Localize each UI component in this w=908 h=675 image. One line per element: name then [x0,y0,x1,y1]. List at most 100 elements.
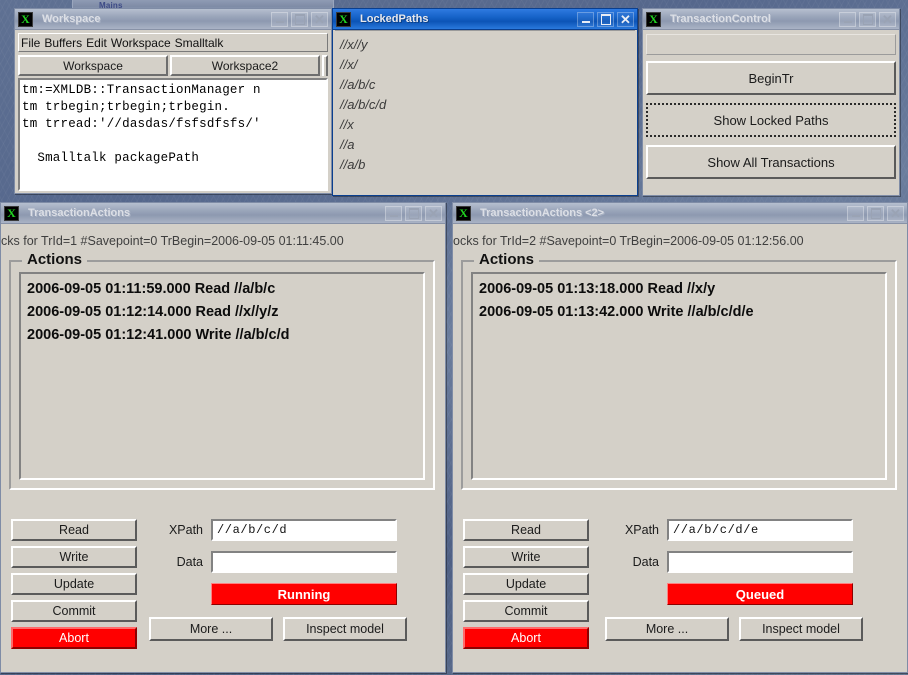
minimize-icon[interactable] [839,11,856,27]
menu-item-file[interactable]: File [19,36,42,50]
status-badge-1: Running [211,583,397,605]
actions-list-1[interactable]: 2006-09-05 01:11:59.000 Read //a/b/c 200… [19,272,425,480]
list-item[interactable]: //x//y [340,35,635,55]
tab-overflow[interactable] [322,55,328,76]
commit-button[interactable]: Commit [463,600,589,622]
abort-button[interactable]: Abort [463,627,589,649]
actions-list-2[interactable]: 2006-09-05 01:13:18.000 Read //x/y 2006-… [471,272,887,480]
menubar-workspace[interactable]: File Buffers Edit Workspace Smalltalk [18,33,328,52]
tab-workspace2[interactable]: Workspace2 [170,55,320,76]
write-button[interactable]: Write [11,546,137,568]
actions-groupbox-2: Actions 2006-09-05 01:13:18.000 Read //x… [461,251,897,490]
titlebar-buttons-workspace: ✕ [271,11,329,27]
titlebar-transactioncontrol[interactable]: X TransactionControl ✕ [643,9,899,30]
read-button[interactable]: Read [11,519,137,541]
maximize-icon[interactable] [597,11,614,27]
window-lockedpaths[interactable]: X LockedPaths ✕ //x//y //x/ //a/b/c //a/… [332,8,638,196]
x-app-icon: X [456,205,471,221]
window-title-workspace: Workspace [42,13,101,25]
xpath-input-1[interactable]: //a/b/c/d [211,519,397,541]
xpath-label-1: XPath [168,523,203,537]
menu-item-buffers[interactable]: Buffers [42,36,84,50]
window-title-transactioncontrol: TransactionControl [670,13,771,25]
desktop-background: Mains X Workspace ✕ File Buffers Edit Wo… [0,0,908,675]
actions-group-label-2: Actions [474,251,540,268]
list-item[interactable]: //a/b/c [340,75,635,95]
x-app-icon: X [18,11,33,27]
transaction-form-1: XPath //a/b/c/d Data Running More ... In… [149,519,435,641]
titlebar-buttons-transactioncontrol: ✕ [839,11,897,27]
abort-button[interactable]: Abort [11,627,137,649]
list-item[interactable]: 2006-09-05 01:13:42.000 Write //a/b/c/d/… [479,301,885,324]
list-item[interactable]: //a/b [340,155,635,175]
show-locked-paths-button[interactable]: Show Locked Paths [646,103,896,137]
list-item[interactable]: //a [340,135,635,155]
maximize-icon[interactable] [867,205,884,221]
titlebar-workspace[interactable]: X Workspace ✕ [15,9,331,30]
titlebar-transactionactions-1[interactable]: X TransactionActions ✕ [1,203,445,224]
maximize-icon[interactable] [405,205,422,221]
more-button[interactable]: More ... [605,617,729,641]
window-transactionactions-2[interactable]: X TransactionActions <2> ✕ ocks for TrId… [452,202,908,673]
update-button[interactable]: Update [463,573,589,595]
maximize-icon[interactable] [291,11,308,27]
list-item[interactable]: //x/ [340,55,635,75]
commit-button[interactable]: Commit [11,600,137,622]
minimize-icon[interactable] [271,11,288,27]
bottom-button-row-1: More ... Inspect model [149,617,435,641]
minimize-icon[interactable] [847,205,864,221]
titlebar-lockedpaths[interactable]: X LockedPaths ✕ [333,9,637,30]
data-label-2: Data [632,555,659,569]
more-button[interactable]: More ... [149,617,273,641]
begin-transaction-button[interactable]: BeginTr [646,61,896,95]
close-icon[interactable]: ✕ [311,11,328,27]
close-icon[interactable]: ✕ [879,11,896,27]
list-item[interactable]: 2006-09-05 01:11:59.000 Read //a/b/c [27,278,423,301]
x-app-icon: X [4,205,19,221]
xpath-row-2: XPath //a/b/c/d/e [605,519,897,541]
lockedpaths-list[interactable]: //x//y //x/ //a/b/c //a/b/c/d //x //a //… [335,30,635,193]
close-icon[interactable]: ✕ [887,205,904,221]
transaction-controls-2: Read Write Update Commit Abort XPath //a… [453,503,907,672]
data-row-2: Data [605,551,897,573]
lockedpaths-body: //x//y //x/ //a/b/c //a/b/c/d //x //a //… [333,30,637,195]
inspect-model-button[interactable]: Inspect model [739,617,863,641]
tabrow-workspace: Workspace Workspace2 [18,55,328,76]
window-transactioncontrol[interactable]: X TransactionControl ✕ BeginTr Show Lock… [642,8,900,196]
list-item[interactable]: 2006-09-05 01:12:41.000 Write //a/b/c/d [27,324,423,347]
data-input-1[interactable] [211,551,397,573]
close-icon[interactable]: ✕ [617,11,634,27]
read-button[interactable]: Read [463,519,589,541]
maximize-icon[interactable] [859,11,876,27]
update-button[interactable]: Update [11,573,137,595]
xpath-row-1: XPath //a/b/c/d [149,519,435,541]
close-icon[interactable]: ✕ [425,205,442,221]
list-item[interactable]: 2006-09-05 01:12:14.000 Read //x//y/z [27,301,423,324]
transaction-controls-1: Read Write Update Commit Abort XPath //a… [1,503,445,672]
menu-item-workspace[interactable]: Workspace [109,36,173,50]
xpath-input-2[interactable]: //a/b/c/d/e [667,519,853,541]
transaction-form-2: XPath //a/b/c/d/e Data Queued More ... I… [605,519,897,641]
transactioncontrol-body: BeginTr Show Locked Paths Show All Trans… [643,30,899,190]
titlebar-buttons-lockedpaths: ✕ [577,11,635,27]
window-workspace[interactable]: X Workspace ✕ File Buffers Edit Workspac… [14,8,332,194]
write-button[interactable]: Write [463,546,589,568]
x-app-icon: X [646,11,661,27]
data-input-2[interactable] [667,551,853,573]
list-item[interactable]: 2006-09-05 01:13:18.000 Read //x/y [479,278,885,301]
workspace-editor[interactable]: tm:=XMLDB::TransactionManager n tm trbeg… [18,78,328,191]
menu-item-smalltalk[interactable]: Smalltalk [173,36,226,50]
window-transactionactions-1[interactable]: X TransactionActions ✕ cks for TrId=1 #S… [0,202,446,673]
list-item[interactable]: //x [340,115,635,135]
inspect-model-button[interactable]: Inspect model [283,617,407,641]
menu-item-edit[interactable]: Edit [84,36,109,50]
minimize-icon[interactable] [385,205,402,221]
tab-workspace[interactable]: Workspace [18,55,168,76]
titlebar-buttons-transactionactions-1: ✕ [385,205,443,221]
data-label-1: Data [176,555,203,569]
titlebar-transactionactions-2[interactable]: X TransactionActions <2> ✕ [453,203,907,224]
show-all-transactions-button[interactable]: Show All Transactions [646,145,896,179]
minimize-icon[interactable] [577,11,594,27]
workspace-body: File Buffers Edit Workspace Smalltalk Wo… [15,33,331,191]
list-item[interactable]: //a/b/c/d [340,95,635,115]
